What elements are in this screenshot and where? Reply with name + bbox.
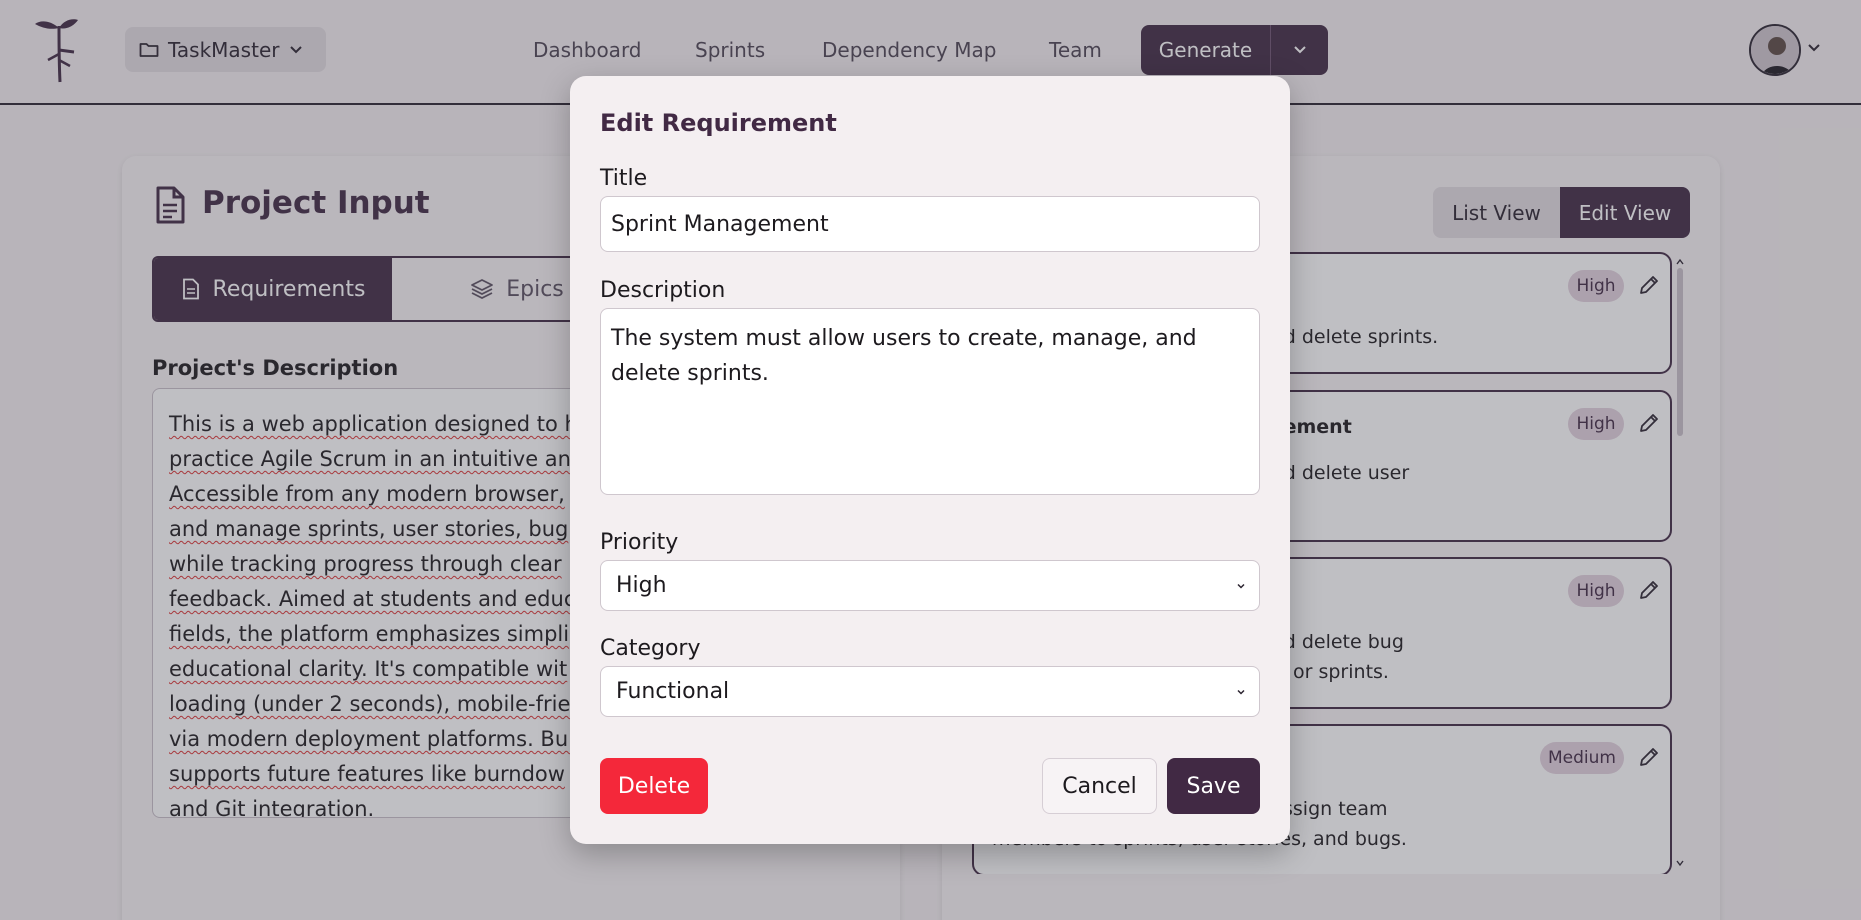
title-label: Title bbox=[600, 166, 648, 191]
priority-select-value: High bbox=[616, 573, 667, 598]
cancel-button[interactable]: Cancel bbox=[1042, 758, 1157, 814]
modal-title: Edit Requirement bbox=[600, 109, 837, 137]
priority-label: Priority bbox=[600, 530, 679, 555]
chevron-down-icon bbox=[1237, 583, 1245, 589]
chevron-down-icon bbox=[1237, 689, 1245, 695]
category-label: Category bbox=[600, 636, 701, 661]
description-label: Description bbox=[600, 278, 726, 303]
save-button[interactable]: Save bbox=[1167, 758, 1260, 814]
edit-requirement-modal: Edit Requirement Title Sprint Management… bbox=[570, 76, 1290, 844]
description-textarea[interactable]: The system must allow users to create, m… bbox=[600, 308, 1260, 495]
category-select[interactable]: Functional bbox=[600, 666, 1260, 717]
category-select-value: Functional bbox=[616, 679, 730, 704]
title-input[interactable]: Sprint Management bbox=[600, 196, 1260, 252]
priority-select[interactable]: High bbox=[600, 560, 1260, 611]
delete-button[interactable]: Delete bbox=[600, 758, 708, 814]
